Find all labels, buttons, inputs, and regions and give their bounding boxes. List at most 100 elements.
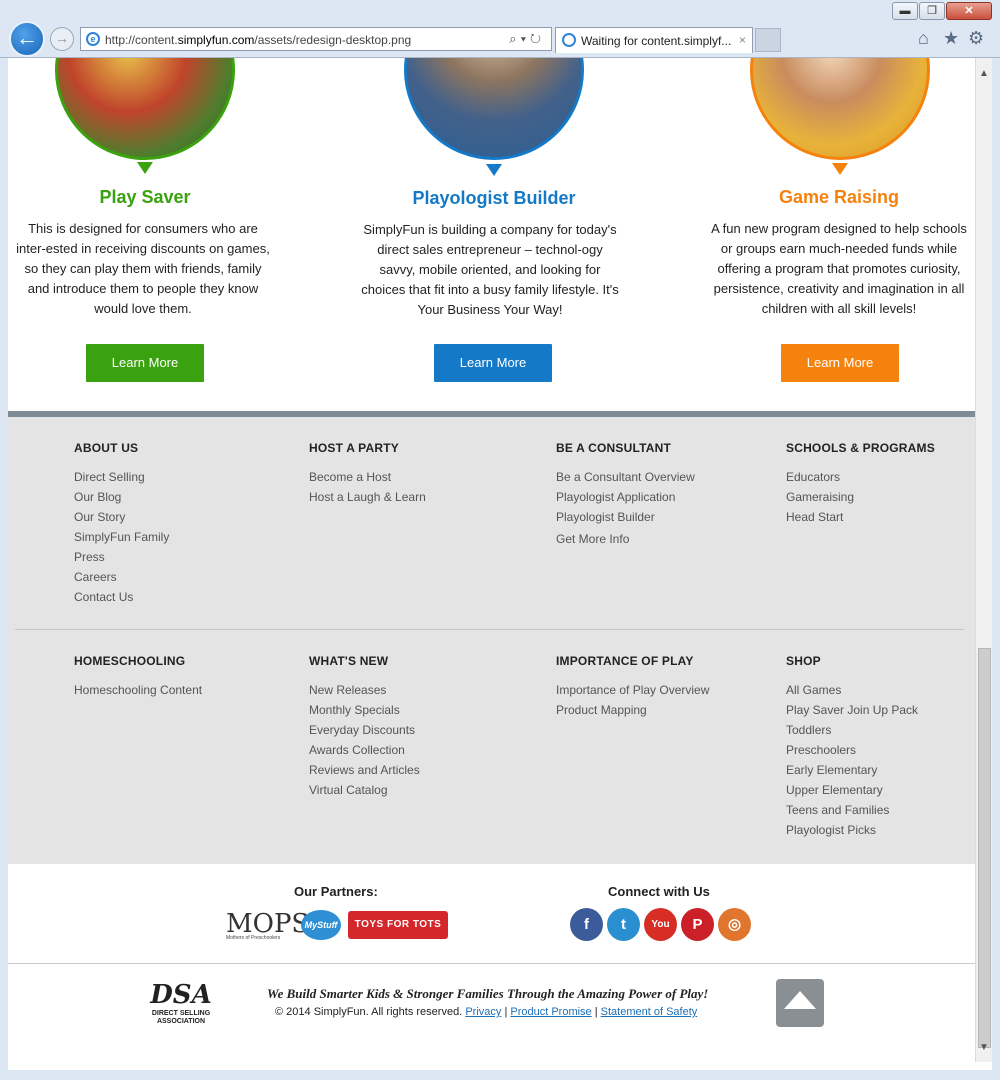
footer-heading: HOMESCHOOLING [74,654,186,668]
back-to-top-button[interactable] [776,979,824,1027]
footer-link[interactable]: Importance of Play Overview [556,680,709,700]
play-saver-description: This is designed for consumers who are i… [16,221,270,316]
footer-link[interactable]: Toddlers [786,720,918,740]
gear-icon[interactable]: ⚙ [968,28,984,49]
footer-link[interactable]: Host a Laugh & Learn [309,487,426,507]
footer-link[interactable]: Preschoolers [786,740,918,760]
tab-close-icon[interactable]: × [739,33,746,47]
footer-link[interactable]: Educators [786,467,935,487]
footer-link[interactable]: Be a Consultant Overview [556,467,695,487]
footer-column-be-a-consultant: BE A CONSULTANT Be a Consultant Overview… [556,441,695,549]
ie-icon: e [86,32,100,46]
youtube-icon[interactable]: You [644,908,677,941]
mystuff-logo[interactable]: MyStuff [301,910,341,940]
footer-link[interactable]: Early Elementary [786,760,918,780]
footer-column-homeschooling: HOMESCHOOLING Homeschooling Content [74,654,202,700]
scroll-up-icon[interactable]: ▲ [978,68,990,82]
window-frame-left [0,58,8,1070]
tagline: We Build Smarter Kids & Stronger Familie… [267,986,709,1001]
scroll-thumb[interactable] [978,648,991,1048]
footer-link[interactable]: Contact Us [74,587,169,607]
play-saver-learn-more-button[interactable]: Learn More [86,344,204,382]
address-tools-icon[interactable]: ⌕▾↻ [509,31,545,47]
minimize-button[interactable]: ▬ [892,2,918,20]
maximize-button[interactable]: ❐ [919,2,945,20]
privacy-link[interactable]: Privacy [465,1006,501,1018]
new-tab-button[interactable] [755,28,781,52]
footer-link[interactable]: Direct Selling [74,467,169,487]
back-arrow-icon[interactable]: ← [9,21,45,57]
bottom-bar: DSA DIRECT SELLING ASSOCIATION We Build … [8,964,975,1070]
browser-tab[interactable]: Waiting for content.simplyf... × [555,27,753,53]
footer-link[interactable]: Press [74,547,169,567]
window-frame-bottom [0,1070,1000,1080]
footer-link[interactable]: Reviews and Articles [309,760,420,780]
footer-link[interactable]: Monthly Specials [309,700,420,720]
footer-link[interactable]: Playologist Picks [786,820,918,840]
footer-heading: SHOP [786,654,821,668]
footer-link[interactable]: Our Story [74,507,169,527]
footer-link[interactable]: Homeschooling Content [74,680,202,700]
footer-divider [15,629,964,630]
tab-ie-icon [562,33,576,47]
footer-link[interactable]: All Games [786,680,918,700]
footer-column-shop: SHOP All Games Play Saver Join Up Pack T… [786,654,918,840]
footer-link[interactable]: Product Mapping [556,700,709,720]
connect-title: Connect with Us [608,884,710,899]
game-raising-pointer [832,163,848,175]
footer-link[interactable]: Awards Collection [309,740,420,760]
statement-of-safety-link[interactable]: Statement of Safety [601,1006,698,1018]
footer-link[interactable]: Gameraising [786,487,935,507]
facebook-icon[interactable]: f [570,908,603,941]
footer-link[interactable]: Become a Host [309,467,426,487]
footer-column-importance-of-play: IMPORTANCE OF PLAY Importance of Play Ov… [556,654,709,720]
footer-heading: IMPORTANCE OF PLAY [556,654,694,668]
footer-heading: HOST A PARTY [309,441,399,455]
close-window-button[interactable]: ✕ [946,2,992,20]
footer-links: ABOUT US Direct Selling Our Blog Our Sto… [8,411,975,864]
vertical-scrollbar[interactable]: ▲ ▼ [975,58,992,1062]
instagram-icon[interactable]: ◎ [718,908,751,941]
footer-heading: BE A CONSULTANT [556,441,671,455]
url-text: http://content.simplyfun.com/assets/rede… [105,33,412,47]
footer-link[interactable]: Upper Elementary [786,780,918,800]
footer-link[interactable]: Head Start [786,507,935,527]
footer-column-schools-programs: SCHOOLS & PROGRAMS Educators Gameraising… [786,441,935,527]
footer-link[interactable]: Virtual Catalog [309,780,420,800]
footer-link[interactable]: Play Saver Join Up Pack [786,700,918,720]
playologist-builder-pointer [486,164,502,176]
scroll-down-icon[interactable]: ▼ [978,1042,990,1056]
footer-heading: SCHOOLS & PROGRAMS [786,441,935,455]
product-promise-link[interactable]: Product Promise [510,1006,591,1018]
favorites-star-icon[interactable]: ★ [943,28,959,49]
footer-column-host-a-party: HOST A PARTY Become a Host Host a Laugh … [309,441,426,507]
address-bar[interactable]: e http://content.simplyfun.com/assets/re… [80,27,552,51]
partners-section: Our Partners: MOPS Mothers of Preschooler… [8,864,975,964]
game-raising-image [750,58,930,160]
pinterest-icon[interactable]: P [681,908,714,941]
footer-link[interactable]: Our Blog [74,487,169,507]
playologist-builder-description: SimplyFun is building a company for toda… [361,222,619,317]
footer-link[interactable]: Teens and Families [786,800,918,820]
footer-link[interactable]: SimplyFun Family [74,527,169,547]
mops-logo[interactable]: MOPS Mothers of Preschoolers [226,909,309,941]
partners-title: Our Partners: [294,884,378,899]
dsa-logo[interactable]: DSA DIRECT SELLING ASSOCIATION [146,980,216,1026]
game-raising-description: A fun new program designed to help schoo… [711,221,967,316]
game-raising-title: Game Raising [778,187,900,207]
forward-arrow-icon[interactable]: → [50,27,74,51]
footer-column-whats-new: WHAT'S NEW New Releases Monthly Specials… [309,654,420,800]
footer-link[interactable]: Everyday Discounts [309,720,420,740]
playologist-builder-learn-more-button[interactable]: Learn More [434,344,552,382]
home-icon[interactable]: ⌂ [918,28,929,49]
play-saver-title: Play Saver [99,187,191,207]
footer-link[interactable]: Playologist Application [556,487,695,507]
footer-link[interactable]: Playologist Builder [556,507,695,527]
footer-link[interactable]: New Releases [309,680,420,700]
game-raising-learn-more-button[interactable]: Learn More [781,344,899,382]
toys-for-tots-logo[interactable]: TOYS FOR TOTS [348,911,448,939]
twitter-icon[interactable]: t [607,908,640,941]
footer-link[interactable]: Get More Info [556,529,695,549]
footer-link[interactable]: Careers [74,567,169,587]
footer-heading: WHAT'S NEW [309,654,389,668]
